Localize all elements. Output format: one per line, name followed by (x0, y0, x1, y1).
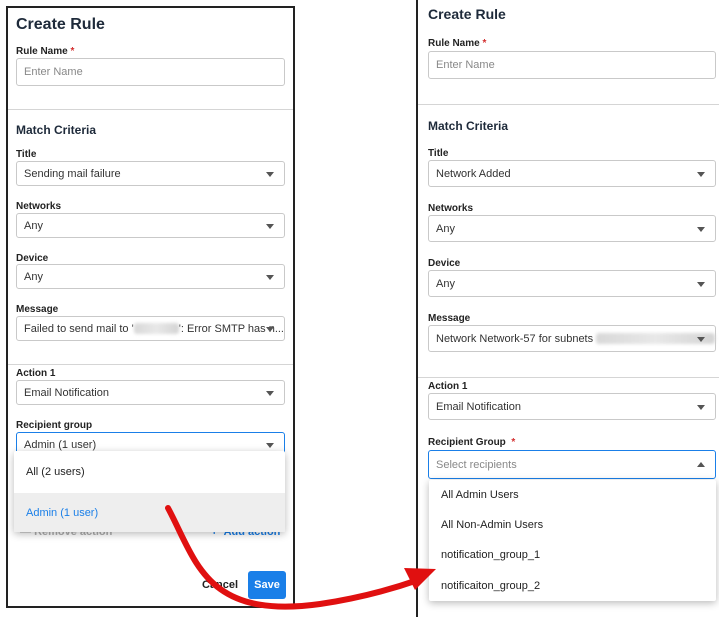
chevron-down-icon (266, 442, 274, 448)
title-label: Title (428, 148, 449, 159)
message-label: Message (428, 313, 471, 324)
rule-name-input[interactable]: Enter Name (16, 58, 285, 86)
chevron-down-icon (697, 226, 705, 232)
recipient-group-menu: All (2 users) Admin (1 user) (14, 451, 285, 532)
match-criteria-heading: Match Criteria (428, 119, 509, 133)
chevron-down-icon (266, 390, 274, 396)
redacted-email (133, 323, 179, 334)
match-criteria-heading: Match Criteria (16, 123, 97, 137)
rule-name-label: Rule Name * (428, 38, 487, 49)
chevron-up-icon (697, 461, 705, 467)
rule-name-label: Rule Name * (16, 46, 75, 57)
recipient-group-label: Recipient Group * (428, 437, 516, 448)
divider (8, 364, 293, 365)
save-button[interactable]: Save (248, 571, 286, 599)
rule-name-input[interactable]: Enter Name (428, 51, 716, 79)
menu-item-all-non-admin[interactable]: All Non-Admin Users (429, 510, 716, 540)
message-label: Message (16, 304, 59, 315)
panel-title: Create Rule (428, 6, 506, 22)
chevron-down-icon (266, 326, 274, 332)
recipient-group-label: Recipient group (16, 420, 93, 431)
networks-select[interactable]: Any (16, 213, 285, 238)
device-select[interactable]: Any (428, 270, 716, 297)
title-label: Title (16, 149, 37, 160)
menu-item-all-admin[interactable]: All Admin Users (429, 480, 716, 510)
divider (418, 104, 719, 105)
message-select[interactable]: Network Network-57 for subnets (428, 325, 716, 352)
title-select[interactable]: Network Added (428, 160, 716, 187)
device-select[interactable]: Any (16, 264, 285, 289)
menu-item-group-1[interactable]: notification_group_1 (429, 540, 716, 570)
networks-label: Networks (428, 203, 474, 214)
message-select[interactable]: Failed to send mail to ' ': Error SMTP ha… (16, 316, 285, 341)
action-select[interactable]: Email Notification (428, 393, 716, 420)
recipient-group-menu: All Admin Users All Non-Admin Users noti… (429, 480, 716, 601)
panel-title: Create Rule (16, 16, 105, 33)
chevron-down-icon (266, 274, 274, 280)
chevron-down-icon (266, 171, 274, 177)
networks-select[interactable]: Any (428, 215, 716, 242)
device-label: Device (428, 258, 461, 269)
menu-item-admin[interactable]: Admin (1 user) (14, 493, 285, 532)
device-label: Device (16, 253, 49, 264)
networks-label: Networks (16, 201, 62, 212)
action-select[interactable]: Email Notification (16, 380, 285, 405)
chevron-down-icon (697, 336, 705, 342)
menu-item-all[interactable]: All (2 users) (14, 451, 285, 493)
divider (8, 109, 293, 110)
chevron-down-icon (266, 223, 274, 229)
cancel-button[interactable]: Cancel (202, 579, 238, 591)
action-label: Action 1 (428, 381, 468, 392)
chevron-down-icon (697, 404, 705, 410)
title-select[interactable]: Sending mail failure (16, 161, 285, 186)
action-label: Action 1 (16, 368, 56, 379)
menu-item-group-2[interactable]: notificaiton_group_2 (429, 570, 716, 601)
chevron-down-icon (697, 171, 705, 177)
chevron-down-icon (697, 281, 705, 287)
divider (418, 377, 719, 378)
recipient-group-select[interactable]: Select recipients (428, 450, 716, 479)
